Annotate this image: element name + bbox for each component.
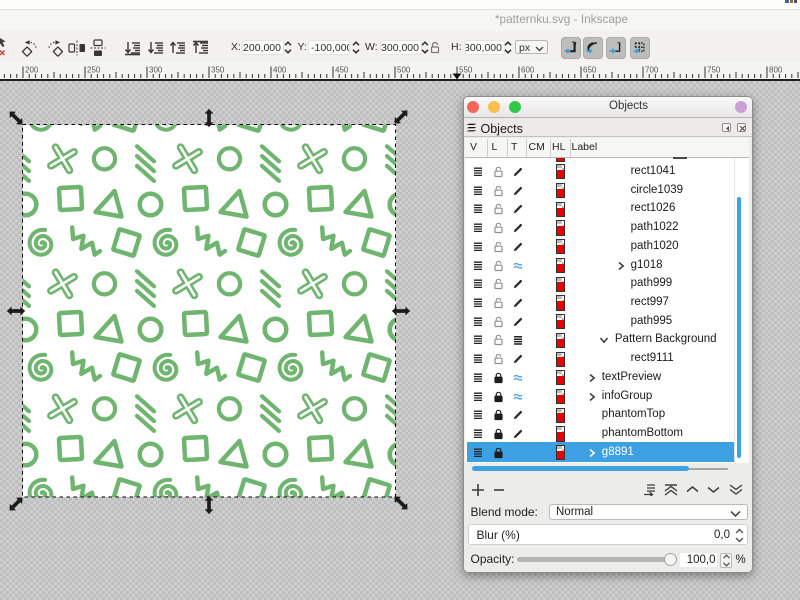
svg-text:550: 550 bbox=[459, 66, 473, 75]
svg-text:200: 200 bbox=[25, 66, 39, 75]
svg-text:700: 700 bbox=[645, 66, 659, 75]
svg-text:600: 600 bbox=[521, 66, 535, 75]
svg-text:300: 300 bbox=[149, 66, 163, 75]
svg-text:800: 800 bbox=[769, 66, 783, 75]
svg-text:750: 750 bbox=[707, 66, 721, 75]
svg-text:250: 250 bbox=[87, 66, 101, 75]
svg-text:450: 450 bbox=[335, 66, 349, 75]
svg-text:650: 650 bbox=[583, 66, 597, 75]
svg-text:500: 500 bbox=[397, 66, 411, 75]
svg-text:350: 350 bbox=[211, 66, 225, 75]
svg-text:400: 400 bbox=[273, 66, 287, 75]
